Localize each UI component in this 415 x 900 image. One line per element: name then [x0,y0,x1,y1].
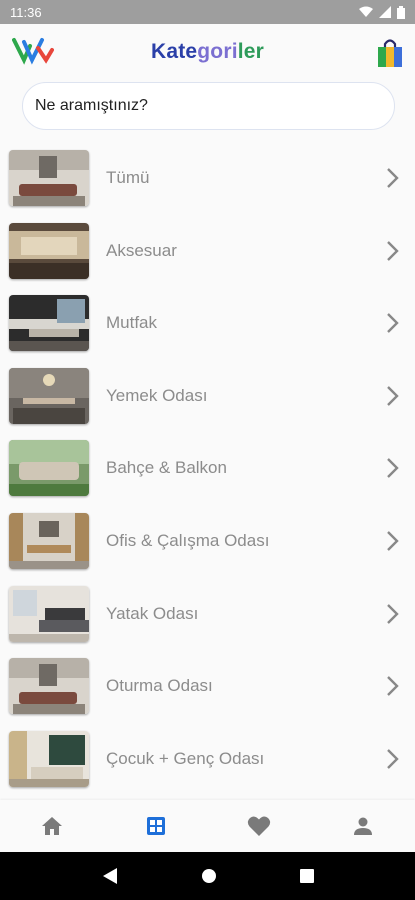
category-item-cocuk-genc[interactable]: Çocuk + Genç Odası [0,722,415,795]
category-item-yemek-odasi[interactable]: Yemek Odası [0,359,415,432]
tab-profile[interactable] [311,800,415,852]
tab-categories[interactable] [104,800,208,852]
category-label: Yemek Odası [106,385,208,405]
search-input[interactable]: Ne aramıştınız? [22,82,395,130]
category-label: Oturma Odası [106,676,213,696]
category-label: Ofis & Çalışma Odası [106,530,270,550]
search-placeholder: Ne aramıştınız? [35,97,148,114]
category-label: Çocuk + Genç Odası [106,748,265,768]
home-circle-icon[interactable] [201,868,217,884]
grid-icon [146,817,165,835]
system-navigation-bar [0,852,415,900]
chevron-right-icon [387,240,399,261]
shopping-bag-icon[interactable] [377,38,403,68]
status-time: 11:36 [10,4,42,20]
page-title: Kategoriler [0,40,415,64]
category-label: Mutfak [106,313,158,333]
category-thumbnail [9,440,89,497]
chevron-right-icon [387,168,399,188]
signal-icon [379,6,391,18]
category-item-tumu[interactable]: Tümü [0,141,415,214]
category-thumbnail [9,295,89,352]
category-label: Aksesuar [106,240,177,260]
chevron-right-icon [387,748,399,769]
category-thumbnail [9,512,89,569]
category-thumbnail [9,730,89,787]
category-item-aksesuar[interactable]: Aksesuar [0,214,415,287]
tab-home[interactable] [0,800,104,852]
tab-favorites[interactable] [208,800,312,852]
recents-icon[interactable] [299,869,314,883]
category-label: Yatak Odası [106,603,199,623]
bottom-navigation [0,800,415,852]
app-bar: Kategoriler [0,24,415,80]
category-thumbnail [9,658,89,715]
category-item-bahce-balkon[interactable]: Bahçe & Balkon [0,431,415,504]
title-part-2: gori [197,40,238,63]
home-icon [41,817,62,835]
title-part-3: ler [237,40,265,63]
title-part-1: Kate [150,40,198,63]
status-icons [359,5,405,19]
chevron-right-icon [387,603,399,624]
chevron-right-icon [387,458,399,479]
category-thumbnail [9,585,89,642]
category-thumbnail [9,150,89,206]
wifi-icon [359,6,373,17]
category-label: Bahçe & Balkon [106,458,227,478]
chevron-right-icon [387,676,399,697]
category-item-mutfak[interactable]: Mutfak [0,286,415,359]
category-list: Tümü Aksesuar Mutfak Yemek Odası Bahçe &… [0,141,415,794]
category-label: Tümü [106,168,150,187]
category-item-oturma-odasi[interactable]: Oturma Odası [0,649,415,722]
category-thumbnail [9,222,89,279]
chevron-right-icon [387,313,399,334]
profile-icon [354,817,373,835]
back-icon[interactable] [102,867,118,885]
chevron-right-icon [387,385,399,406]
chevron-right-icon [387,531,399,551]
status-bar: 11:36 [0,0,415,24]
category-item-yatak-odasi[interactable]: Yatak Odası [0,577,415,650]
category-thumbnail [9,367,89,424]
category-item-ofis[interactable]: Ofis & Çalışma Odası [0,504,415,577]
battery-icon [397,5,405,19]
heart-icon [248,816,271,836]
